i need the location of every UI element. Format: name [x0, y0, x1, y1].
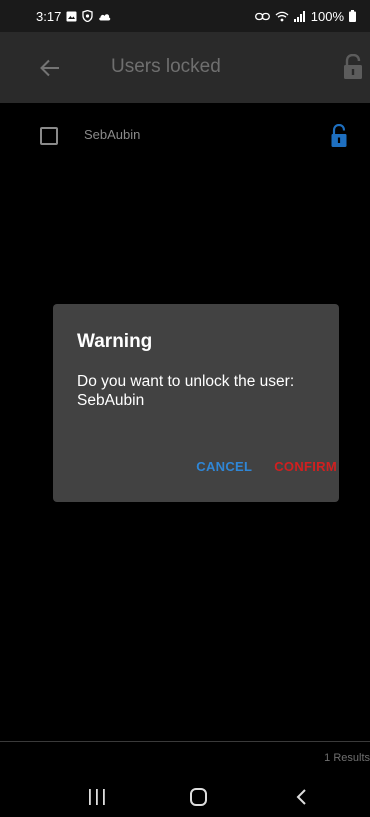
status-left: 3:17 — [36, 9, 111, 24]
list-item[interactable]: SebAubin — [0, 103, 370, 167]
shield-icon — [82, 10, 93, 22]
home-button[interactable] — [188, 787, 210, 807]
gallery-icon — [66, 11, 77, 22]
username-label: SebAubin — [84, 127, 141, 142]
signal-icon — [293, 10, 306, 22]
app-bar: Users locked — [0, 32, 370, 103]
dialog-actions: CANCEL CONFIRM — [196, 455, 337, 478]
status-time: 3:17 — [36, 8, 62, 24]
battery-percent: 100% — [310, 8, 344, 24]
home-icon — [190, 788, 207, 806]
screen: 3:17 100% Users locked SebAubin Warning … — [0, 0, 370, 817]
page-title: Users locked — [111, 56, 221, 77]
unlock-user-button[interactable] — [330, 123, 348, 148]
chevron-left-icon — [296, 789, 306, 805]
recents-button[interactable] — [86, 788, 108, 806]
unlock-all-button[interactable] — [342, 53, 364, 80]
warning-dialog: Warning Do you want to unlock the user: … — [53, 304, 339, 502]
cancel-button[interactable]: CANCEL — [196, 455, 252, 478]
arrow-back-icon — [40, 59, 59, 77]
unlock-icon — [331, 123, 347, 147]
back-button[interactable] — [38, 56, 62, 80]
wifi-icon — [275, 11, 289, 22]
unlock-icon — [344, 53, 362, 79]
dialog-title: Warning — [77, 331, 153, 352]
nav-back-button[interactable] — [294, 787, 310, 807]
confirm-button[interactable]: CONFIRM — [274, 455, 337, 478]
system-nav-bar — [0, 776, 370, 817]
results-count: 1 Results — [324, 752, 370, 764]
recents-icon — [89, 789, 105, 805]
footer-divider — [0, 741, 370, 742]
link-icon — [254, 12, 270, 21]
battery-icon — [349, 10, 356, 22]
select-checkbox[interactable] — [40, 127, 58, 145]
status-bar: 3:17 100% — [0, 0, 370, 32]
dialog-message: Do you want to unlock the user: SebAubin — [77, 373, 295, 409]
status-right: 100% — [254, 8, 356, 24]
cloud-icon — [98, 12, 111, 21]
